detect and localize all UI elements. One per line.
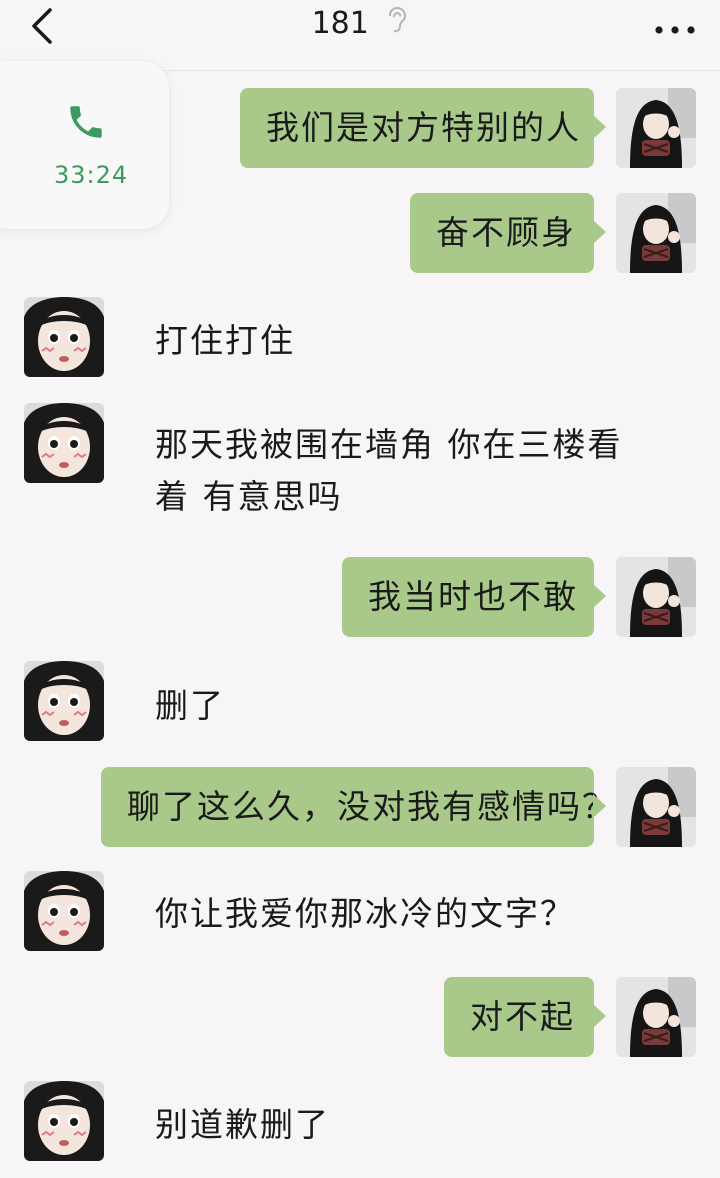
- message-bubble-sent[interactable]: 我当时也不敢: [342, 557, 606, 637]
- phone-icon: [70, 106, 102, 138]
- avatar[interactable]: [24, 403, 104, 483]
- message-bubble-sent[interactable]: 聊了这么久，没对我有感情吗？: [101, 767, 615, 847]
- avatar-image: [24, 1081, 104, 1161]
- more-dots-icon: [655, 26, 695, 34]
- call-duration: 33:24: [54, 161, 129, 189]
- message-text-received-line2[interactable]: 着 有意思吗: [155, 470, 343, 524]
- chat-screen: 181 33:24 我们是对方特别的人 奋不顾身 打住打住 那天我被围在墙角 你…: [0, 0, 720, 1178]
- message-text-received[interactable]: 删了: [155, 679, 225, 733]
- avatar[interactable]: [24, 1081, 104, 1161]
- chat-title: 181: [0, 4, 720, 45]
- avatar[interactable]: [616, 193, 696, 273]
- ear-icon: [386, 5, 408, 45]
- avatar[interactable]: [616, 767, 696, 847]
- avatar[interactable]: [616, 557, 696, 637]
- message-bubble-sent[interactable]: 奋不顾身: [410, 193, 606, 273]
- avatar-image: [616, 767, 696, 847]
- avatar-image: [24, 871, 104, 951]
- avatar[interactable]: [24, 297, 104, 377]
- avatar[interactable]: [616, 88, 696, 168]
- avatar-image: [24, 403, 104, 483]
- avatar-image: [616, 88, 696, 168]
- message-bubble-sent[interactable]: 我们是对方特别的人: [240, 88, 606, 168]
- avatar[interactable]: [24, 661, 104, 741]
- avatar[interactable]: [616, 977, 696, 1057]
- avatar[interactable]: [24, 871, 104, 951]
- message-text-received[interactable]: 别道歉删了: [155, 1098, 330, 1152]
- call-record-card[interactable]: 33:24: [0, 60, 170, 230]
- avatar-image: [616, 977, 696, 1057]
- avatar-image: [24, 297, 104, 377]
- avatar-image: [24, 661, 104, 741]
- message-text-received[interactable]: 你让我爱你那冰冷的文字？: [155, 887, 575, 941]
- avatar-image: [616, 193, 696, 273]
- avatar-image: [616, 557, 696, 637]
- message-bubble-sent[interactable]: 对不起: [444, 977, 606, 1057]
- contact-name: 181: [311, 6, 369, 41]
- more-button[interactable]: [652, 6, 698, 46]
- message-text-received[interactable]: 打住打住: [155, 314, 295, 368]
- message-text-received-line1[interactable]: 那天我被围在墙角 你在三楼看: [155, 418, 623, 472]
